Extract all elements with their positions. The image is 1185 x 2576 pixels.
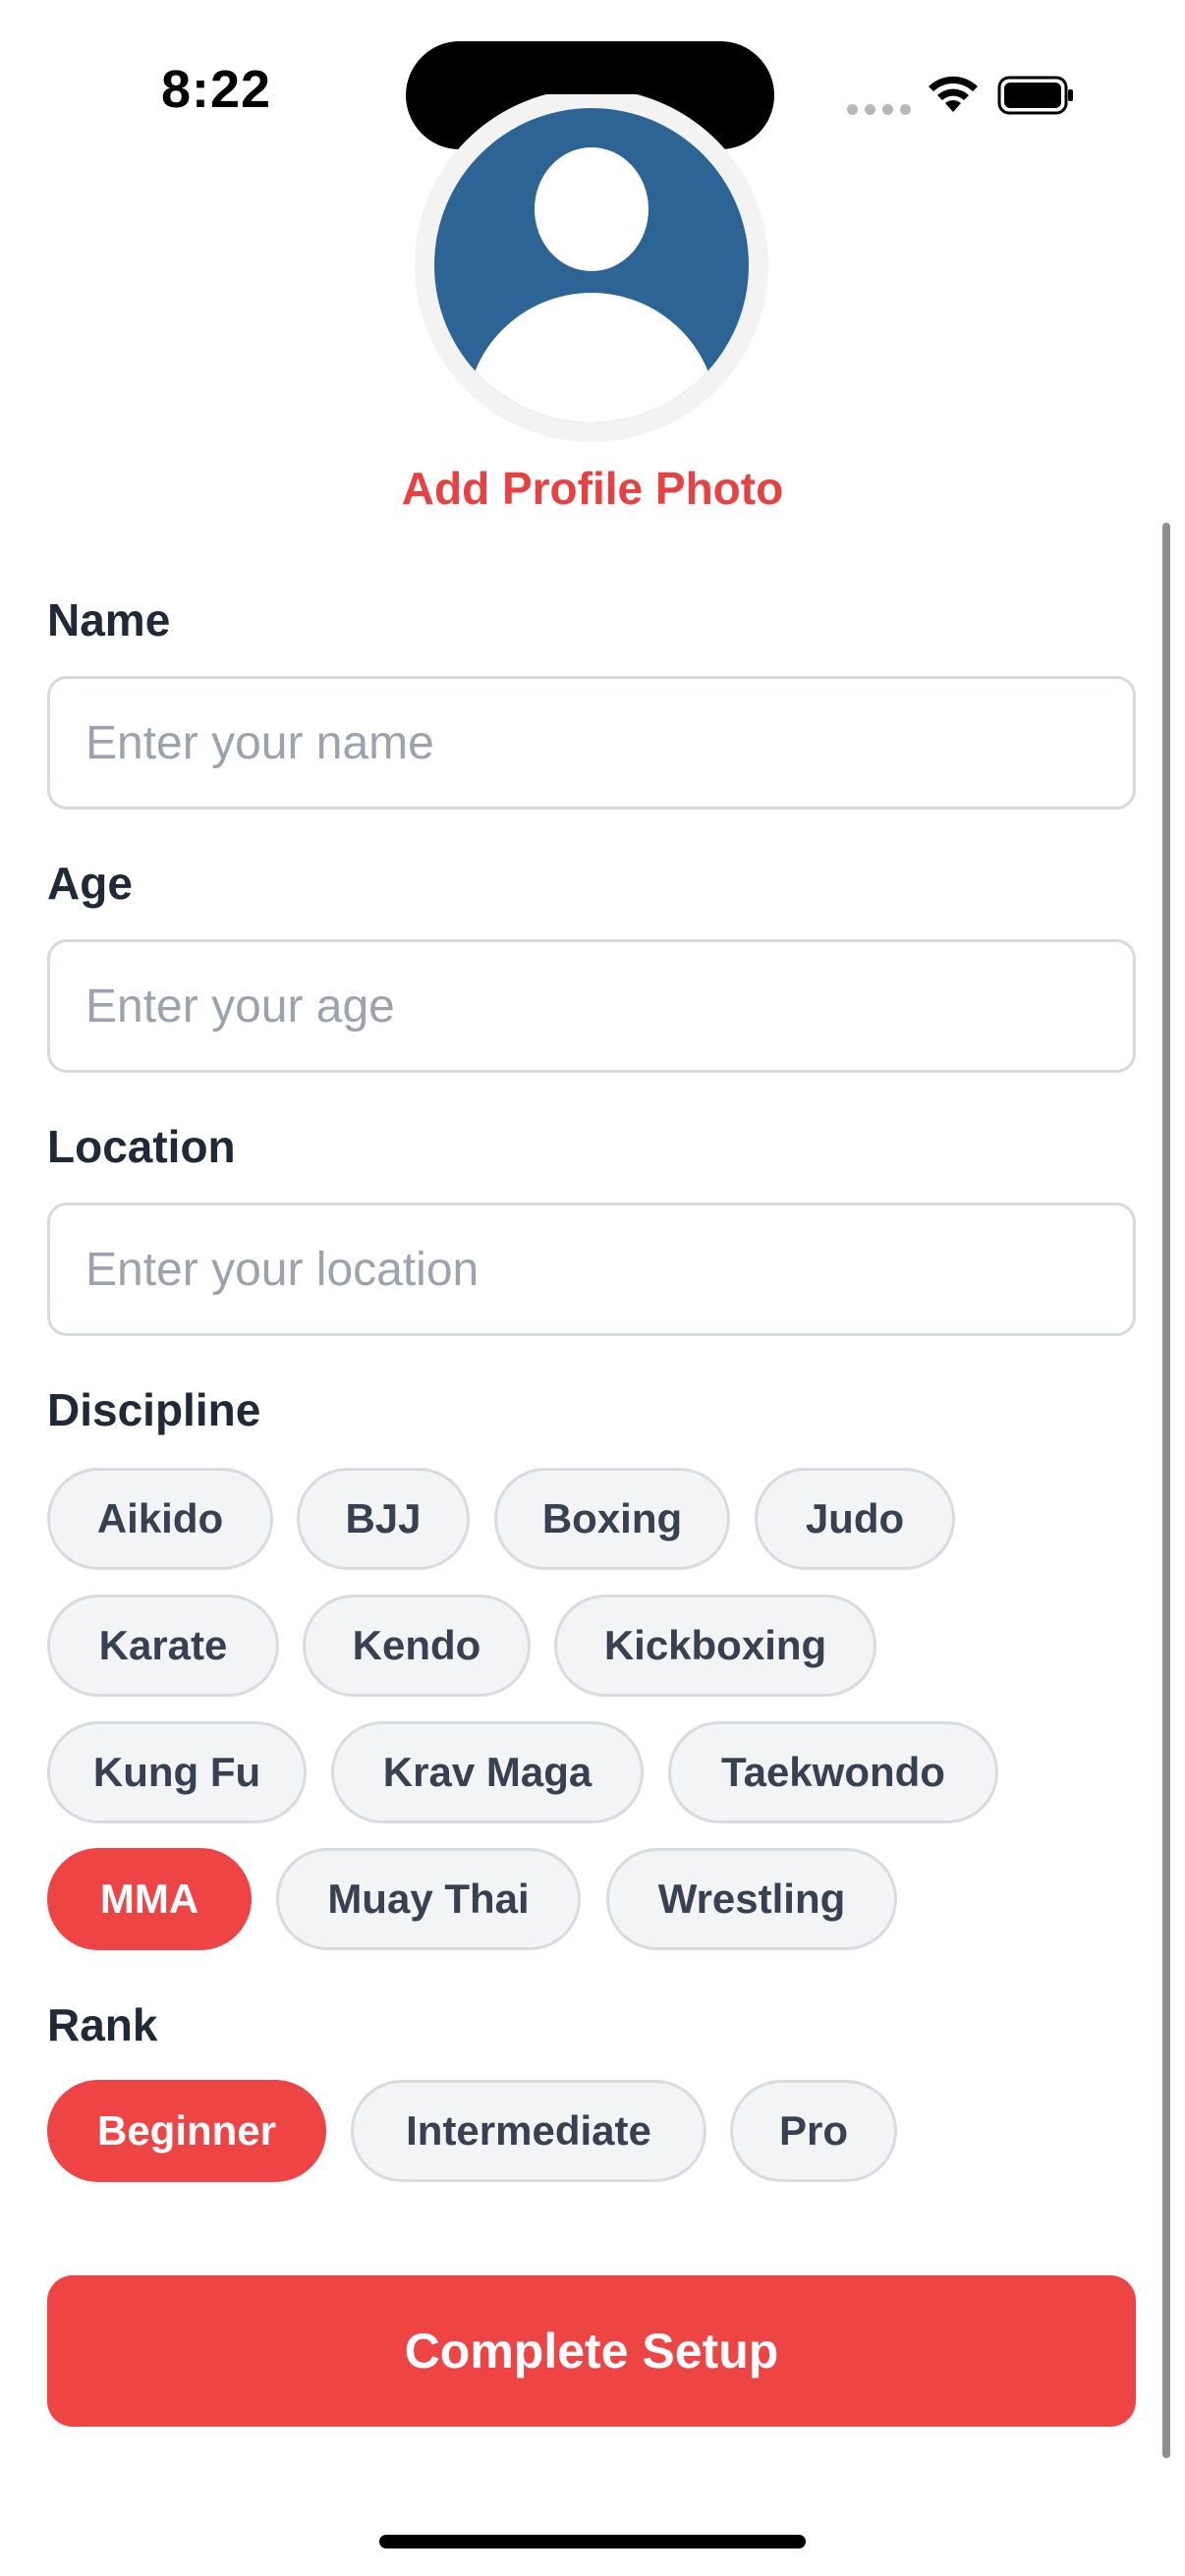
discipline-chip-kendo[interactable]: Kendo	[303, 1595, 531, 1697]
status-time: 8:22	[160, 60, 272, 119]
rank-label: Rank	[47, 1999, 158, 2050]
name-label: Name	[47, 594, 171, 645]
complete-setup-button[interactable]: Complete Setup	[47, 2275, 1136, 2427]
discipline-chip-kickboxing[interactable]: Kickboxing	[554, 1595, 876, 1697]
avatar[interactable]	[415, 94, 768, 442]
discipline-chip-judo[interactable]: Judo	[755, 1468, 955, 1570]
home-indicator[interactable]	[379, 2535, 806, 2548]
profile-photo[interactable]	[415, 94, 768, 442]
discipline-chip-boxing[interactable]: Boxing	[494, 1468, 730, 1570]
scrollbar[interactable]	[1162, 523, 1170, 2458]
rank-chip-beginner[interactable]: Beginner	[47, 2080, 326, 2182]
cellular-signal-icon	[847, 104, 911, 115]
discipline-chip-aikido[interactable]: Aikido	[47, 1468, 273, 1570]
age-label: Age	[47, 858, 133, 909]
add-profile-photo-button[interactable]: Add Profile Photo	[0, 462, 1185, 515]
discipline-label: Discipline	[47, 1384, 261, 1435]
discipline-chip-muay-thai[interactable]: Muay Thai	[276, 1848, 581, 1950]
discipline-chip-karate[interactable]: Karate	[47, 1595, 279, 1697]
discipline-chip-taekwondo[interactable]: Taekwondo	[668, 1721, 998, 1823]
discipline-chip-wrestling[interactable]: Wrestling	[606, 1848, 897, 1950]
name-input[interactable]	[47, 676, 1136, 810]
battery-icon	[997, 76, 1073, 115]
location-input[interactable]	[47, 1203, 1136, 1336]
rank-chip-intermediate[interactable]: Intermediate	[351, 2080, 706, 2182]
rank-chip-pro[interactable]: Pro	[730, 2080, 897, 2182]
discipline-chip-bjj[interactable]: BJJ	[297, 1468, 470, 1570]
person-icon	[434, 108, 749, 422]
discipline-chip-kung-fu[interactable]: Kung Fu	[47, 1721, 307, 1823]
discipline-chip-krav-maga[interactable]: Krav Maga	[331, 1721, 644, 1823]
discipline-chip-mma[interactable]: MMA	[47, 1848, 252, 1950]
age-input[interactable]	[47, 939, 1136, 1073]
location-label: Location	[47, 1121, 236, 1172]
wifi-icon	[929, 76, 978, 112]
